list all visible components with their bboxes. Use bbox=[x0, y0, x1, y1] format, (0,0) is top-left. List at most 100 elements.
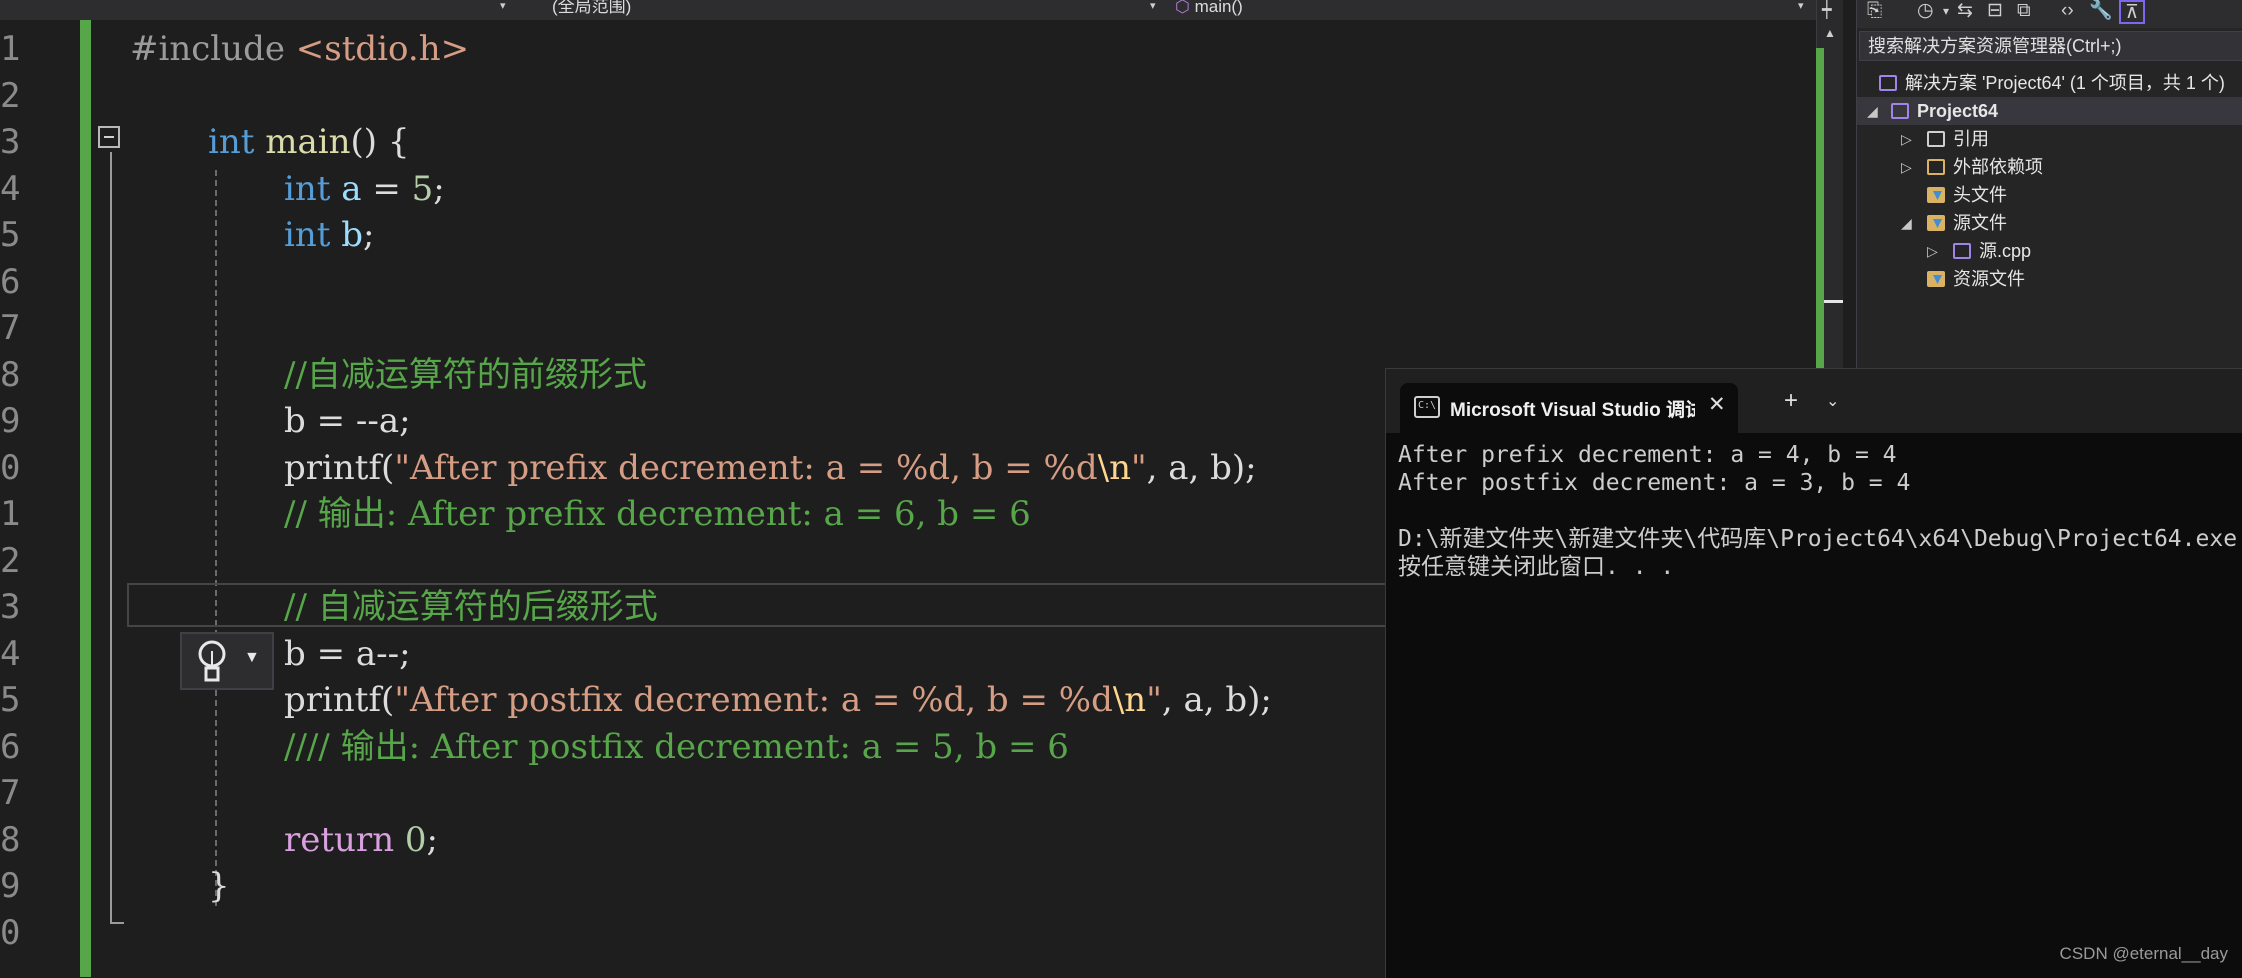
code-token: , a, b); bbox=[1146, 447, 1257, 488]
tree-item-label: 引用 bbox=[1953, 129, 1989, 149]
solution-icon bbox=[1879, 75, 1897, 91]
code-token: printf bbox=[284, 447, 382, 488]
scope-dropdown-arrow-icon[interactable]: ▾ bbox=[1150, 0, 1156, 12]
references-icon bbox=[1927, 131, 1945, 147]
code-token: () { bbox=[350, 122, 410, 162]
sync-icon[interactable]: ⎘ bbox=[1867, 0, 1882, 22]
pending-changes-icon[interactable]: ◷ bbox=[1917, 0, 1934, 22]
show-all-files-icon[interactable]: ⧉ bbox=[2017, 0, 2031, 22]
debug-console-window[interactable]: C:\ Microsoft Visual Studio 调试控制台 ✕ + ⌄ … bbox=[1385, 368, 2242, 978]
properties-icon[interactable]: 🔧 bbox=[2089, 0, 2113, 22]
project-icon bbox=[1891, 103, 1909, 119]
change-tracking-bar bbox=[80, 20, 91, 977]
tree-item[interactable]: ▷ 外部依赖项 bbox=[1857, 153, 2242, 181]
code-line: int b; bbox=[284, 212, 374, 258]
line-number: 2 bbox=[0, 75, 21, 116]
code-token: int bbox=[284, 168, 331, 209]
expand-arrow-icon[interactable]: ▷ bbox=[1927, 237, 1938, 265]
tree-item[interactable]: ▷ 引用 bbox=[1857, 125, 2242, 153]
collapse-arrow-icon[interactable]: ◢ bbox=[1867, 97, 1878, 125]
line-number: 3 bbox=[0, 587, 21, 627]
code-token: b = --a; bbox=[284, 401, 411, 441]
code-token: " bbox=[1130, 447, 1147, 488]
cube-icon: ⬡ bbox=[1175, 0, 1190, 16]
collapse-arrow-icon[interactable]: ◢ bbox=[1901, 209, 1912, 237]
code-line: int main() { bbox=[208, 119, 410, 165]
folder-icon bbox=[1927, 271, 1945, 287]
code-token: //自减运算符的前缀形式 bbox=[284, 354, 647, 395]
scroll-up-arrow-icon[interactable]: ▲ bbox=[1824, 26, 1836, 40]
tree-item[interactable]: 解决方案 'Project64' (1 个项目，共 1 个) bbox=[1857, 69, 2242, 97]
quick-actions-button[interactable]: ▼ bbox=[180, 632, 274, 690]
code-line: b = a--; bbox=[284, 631, 411, 677]
tree-item-label: 外部依赖项 bbox=[1953, 157, 2043, 177]
scope-dropdown[interactable]: (全局范围) bbox=[552, 0, 1152, 20]
code-token: \n bbox=[1097, 447, 1131, 488]
expand-arrow-icon[interactable]: ▷ bbox=[1901, 125, 1912, 153]
tree-item[interactable]: ◢ Project64 bbox=[1857, 97, 2242, 125]
scope-label: (全局范围) bbox=[552, 0, 632, 16]
terminal-icon: C:\ bbox=[1414, 396, 1440, 418]
code-token: main bbox=[265, 122, 351, 162]
chevron-down-icon: ▼ bbox=[244, 649, 260, 666]
split-editor-icon[interactable]: ┿ bbox=[1822, 0, 1832, 20]
code-line: printf("After postfix decrement: a = %d,… bbox=[284, 677, 1272, 723]
solution-explorer-search[interactable]: 搜索解决方案资源管理器(Ctrl+;) bbox=[1859, 31, 2242, 61]
sync-active-document-icon[interactable]: ⇆ bbox=[1957, 0, 1973, 22]
tree-item-label: 源文件 bbox=[1953, 213, 2007, 233]
code-line: b = --a; bbox=[284, 398, 411, 444]
folder-icon bbox=[1927, 187, 1945, 203]
tree-item-label: 源.cpp bbox=[1979, 241, 2032, 261]
line-number: 6 bbox=[0, 726, 21, 767]
line-number: 5 bbox=[0, 215, 21, 255]
code-token: \n bbox=[1112, 680, 1147, 720]
line-number: 1 bbox=[0, 494, 21, 534]
solution-explorer-toolbar: ⎘ ◷ ▾ ⇆ ⊟ ⧉ ‹› 🔧 ⊼ bbox=[1857, 0, 2242, 28]
code-line: return 0; bbox=[284, 817, 438, 863]
code-token: int bbox=[208, 122, 255, 162]
code-line: //自减运算符的前缀形式 bbox=[284, 352, 647, 398]
console-tab[interactable]: C:\ Microsoft Visual Studio 调试控制台 ✕ bbox=[1400, 383, 1738, 433]
tree-item[interactable]: 头文件 bbox=[1857, 181, 2242, 209]
line-number: 3 bbox=[0, 122, 21, 162]
tree-item[interactable]: 资源文件 bbox=[1857, 265, 2242, 293]
expand-arrow-icon[interactable]: ▷ bbox=[1901, 153, 1912, 181]
tree-item[interactable]: ◢ 源文件 bbox=[1857, 209, 2242, 237]
code-line: printf("After prefix decrement: a = %d, … bbox=[284, 445, 1257, 491]
scope-guide-line bbox=[110, 152, 112, 922]
line-number: 4 bbox=[0, 168, 21, 209]
line-number: 2 bbox=[0, 540, 21, 581]
close-icon[interactable]: ✕ bbox=[1708, 392, 1726, 417]
tree-item[interactable]: ▷ 源.cpp bbox=[1857, 237, 2242, 265]
project-dropdown-arrow-icon[interactable]: ▾ bbox=[500, 0, 506, 12]
line-number: 8 bbox=[0, 354, 21, 395]
code-token: , a, b); bbox=[1161, 680, 1272, 720]
console-tab-title: Microsoft Visual Studio 调试控制台 bbox=[1450, 400, 1695, 421]
console-titlebar: C:\ Microsoft Visual Studio 调试控制台 ✕ + ⌄ bbox=[1386, 369, 2242, 433]
tree-item-label: 头文件 bbox=[1953, 185, 2007, 205]
code-token: ; bbox=[363, 215, 375, 255]
preview-selected-icon[interactable]: ⊼ bbox=[2119, 0, 2145, 24]
line-number: 6 bbox=[0, 261, 21, 302]
line-number: 7 bbox=[0, 308, 21, 348]
console-line: After postfix decrement: a = 3, b = 4 bbox=[1398, 470, 1911, 496]
new-tab-icon[interactable]: + bbox=[1784, 387, 1798, 415]
code-line: int a = 5; bbox=[284, 166, 445, 212]
line-number: 1 bbox=[0, 29, 21, 69]
dropdown-arrow-icon[interactable]: ▾ bbox=[1943, 0, 1949, 22]
member-dropdown-arrow-icon[interactable]: ▾ bbox=[1798, 0, 1804, 12]
collapse-toggle-icon[interactable] bbox=[98, 126, 120, 148]
code-token: // 自减运算符的后缀形式 bbox=[284, 587, 658, 627]
code-line: //// 输出: After postfix decrement: a = 5,… bbox=[284, 724, 1069, 770]
view-code-icon[interactable]: ‹› bbox=[2061, 0, 2074, 22]
line-number: 7 bbox=[0, 773, 21, 813]
chevron-down-icon[interactable]: ⌄ bbox=[1826, 391, 1839, 411]
line-number: 9 bbox=[0, 401, 21, 441]
collapse-all-icon[interactable]: ⊟ bbox=[1987, 0, 2003, 22]
code-token: b bbox=[341, 215, 364, 255]
member-dropdown[interactable]: ⬡ main() bbox=[1175, 0, 1775, 20]
indent-guide-line bbox=[215, 170, 217, 906]
external-deps-icon bbox=[1927, 159, 1945, 175]
